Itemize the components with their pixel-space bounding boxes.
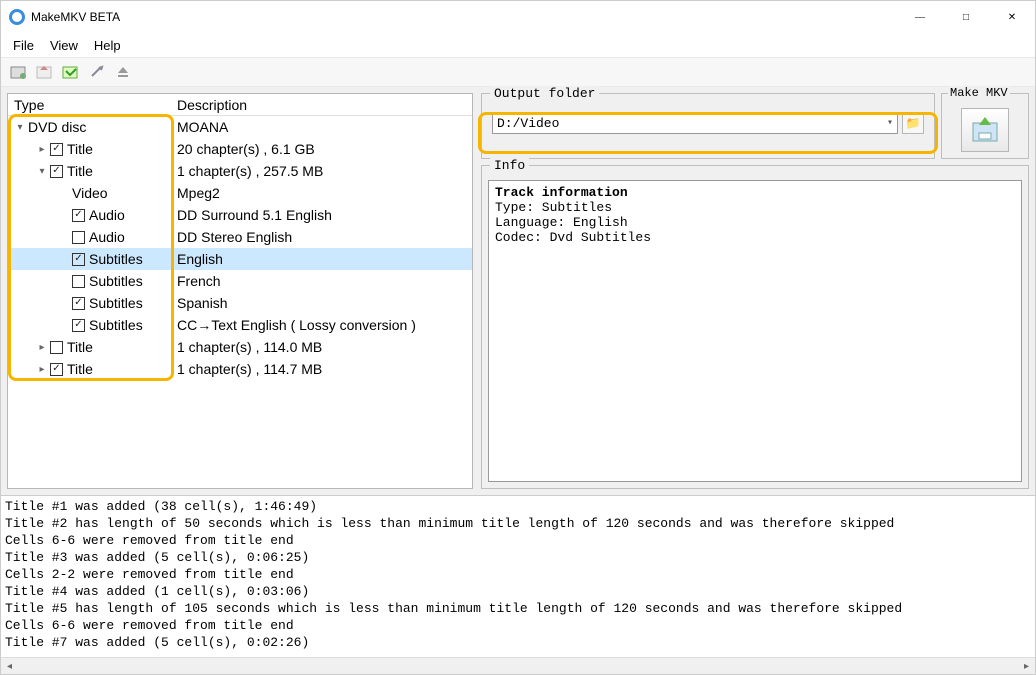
tree-item-label: Audio bbox=[89, 229, 125, 245]
titlebar: MakeMKV BETA — □ ✕ bbox=[1, 1, 1035, 33]
checkbox[interactable] bbox=[50, 341, 63, 354]
checkbox[interactable] bbox=[72, 209, 85, 222]
info-legend: Info bbox=[490, 158, 529, 173]
tree-row[interactable]: Subtitles English bbox=[8, 248, 472, 270]
tree-row[interactable]: Video Mpeg2 bbox=[8, 182, 472, 204]
tree-row[interactable]: ▸ Title 1 chapter(s) , 114.0 MB bbox=[8, 336, 472, 358]
tree-row[interactable]: ▸ Title 1 chapter(s) , 114.7 MB bbox=[8, 358, 472, 380]
tree-item-description: Mpeg2 bbox=[171, 185, 472, 201]
tree-item-label: Subtitles bbox=[89, 317, 143, 333]
open-file-icon[interactable] bbox=[7, 60, 31, 84]
output-folder-legend: Output folder bbox=[490, 86, 599, 101]
maximize-button[interactable]: □ bbox=[943, 1, 989, 33]
checkbox[interactable] bbox=[72, 231, 85, 244]
checkbox[interactable] bbox=[50, 165, 63, 178]
menu-view[interactable]: View bbox=[42, 36, 86, 55]
column-header-description[interactable]: Description bbox=[171, 97, 472, 113]
checkbox[interactable] bbox=[72, 297, 85, 310]
tree-item-description: 1 chapter(s) , 114.0 MB bbox=[171, 339, 472, 355]
menu-help[interactable]: Help bbox=[86, 36, 129, 55]
tree-item-label: Video bbox=[72, 185, 108, 201]
tree-item-description: French bbox=[171, 273, 472, 289]
tree-item-label: Audio bbox=[89, 207, 125, 223]
tree-item-label: Title bbox=[67, 339, 93, 355]
main-area: Type Description ▾DVD discMOANA▸Title20 … bbox=[1, 87, 1035, 495]
checkbox[interactable] bbox=[50, 363, 63, 376]
tree-item-description: 20 chapter(s) , 6.1 GB bbox=[171, 141, 472, 157]
tree-item-label: Title bbox=[67, 141, 93, 157]
tree-panel: Type Description ▾DVD discMOANA▸Title20 … bbox=[7, 93, 473, 489]
minimize-button[interactable]: — bbox=[897, 1, 943, 33]
checkbox[interactable] bbox=[50, 143, 63, 156]
make-mkv-legend: Make MKV bbox=[948, 86, 1010, 100]
chevron-down-icon: ▾ bbox=[887, 117, 893, 129]
tree-item-label: Subtitles bbox=[89, 295, 143, 311]
tree-row[interactable]: Audio DD Surround 5.1 English bbox=[8, 204, 472, 226]
scroll-left-icon[interactable]: ◂ bbox=[1, 658, 18, 675]
scroll-track[interactable] bbox=[18, 658, 1018, 674]
menubar: File View Help bbox=[1, 33, 1035, 57]
window-title: MakeMKV BETA bbox=[31, 10, 897, 24]
expander-icon[interactable]: ▸ bbox=[36, 342, 48, 353]
tree-item-label: Title bbox=[67, 361, 93, 377]
app-icon bbox=[9, 9, 25, 25]
tree-row[interactable]: Subtitles CC→Text English ( Lossy convers… bbox=[8, 314, 472, 336]
right-panel: Output folder D:/Video ▾ 📁 Make MKV bbox=[481, 93, 1029, 489]
expander-icon[interactable]: ▸ bbox=[36, 364, 48, 375]
tree-item-label: Subtitles bbox=[89, 251, 143, 267]
tree-item-description: 1 chapter(s) , 257.5 MB bbox=[171, 163, 472, 179]
tree-item-description: MOANA bbox=[171, 119, 472, 135]
tree-item-label: Subtitles bbox=[89, 273, 143, 289]
tree-row[interactable]: ▾ Title 1 chapter(s) , 257.5 MB bbox=[8, 160, 472, 182]
log-area: Title #1 was added (38 cell(s), 1:46:49)… bbox=[1, 495, 1035, 657]
eject-icon[interactable] bbox=[111, 60, 135, 84]
info-group: Info Track information Type: Subtitles L… bbox=[481, 165, 1029, 489]
browse-folder-button[interactable]: 📁 bbox=[902, 112, 924, 134]
tree-item-label: DVD disc bbox=[28, 119, 86, 135]
horizontal-scrollbar[interactable]: ◂ ▸ bbox=[1, 657, 1035, 674]
open-disc-icon[interactable] bbox=[33, 60, 57, 84]
output-folder-group: Output folder D:/Video ▾ 📁 bbox=[481, 93, 935, 159]
checkbox[interactable] bbox=[72, 253, 85, 266]
tree-item-description: DD Stereo English bbox=[171, 229, 472, 245]
tree-item-label: Title bbox=[67, 163, 93, 179]
make-mkv-group: Make MKV bbox=[941, 93, 1029, 159]
toolbar bbox=[1, 57, 1035, 87]
settings-icon[interactable] bbox=[85, 60, 109, 84]
tree-item-description: CC→Text English ( Lossy conversion ) bbox=[171, 317, 472, 333]
folder-icon: 📁 bbox=[906, 116, 921, 130]
checkbox[interactable] bbox=[72, 319, 85, 332]
expander-icon[interactable]: ▸ bbox=[36, 144, 48, 155]
make-mkv-button[interactable] bbox=[961, 108, 1009, 152]
top-row: Output folder D:/Video ▾ 📁 Make MKV bbox=[481, 93, 1029, 159]
column-header-type[interactable]: Type bbox=[8, 97, 171, 113]
tree-item-description: English bbox=[171, 251, 472, 267]
save-mkv-icon bbox=[969, 115, 1001, 145]
tree-row[interactable]: ▾DVD disc MOANA bbox=[8, 116, 472, 138]
tree-item-description: DD Surround 5.1 English bbox=[171, 207, 472, 223]
output-folder-value: D:/Video bbox=[497, 116, 559, 131]
tree-item-description: Spanish bbox=[171, 295, 472, 311]
tree-header: Type Description bbox=[8, 94, 472, 116]
output-folder-combo[interactable]: D:/Video ▾ bbox=[492, 112, 898, 134]
tree-row[interactable]: Subtitles French bbox=[8, 270, 472, 292]
tree-item-description: 1 chapter(s) , 114.7 MB bbox=[171, 361, 472, 377]
tree-body[interactable]: ▾DVD discMOANA▸Title20 chapter(s) , 6.1 … bbox=[8, 116, 472, 488]
tree-row[interactable]: Audio DD Stereo English bbox=[8, 226, 472, 248]
scroll-right-icon[interactable]: ▸ bbox=[1018, 658, 1035, 675]
close-button[interactable]: ✕ bbox=[989, 1, 1035, 33]
save-icon[interactable] bbox=[59, 60, 83, 84]
expander-icon[interactable]: ▾ bbox=[14, 122, 26, 133]
tree-row[interactable]: ▸ Title 20 chapter(s) , 6.1 GB bbox=[8, 138, 472, 160]
expander-icon[interactable]: ▾ bbox=[36, 166, 48, 177]
tree-row[interactable]: Subtitles Spanish bbox=[8, 292, 472, 314]
info-text: Track information Type: Subtitles Langua… bbox=[488, 180, 1022, 482]
menu-file[interactable]: File bbox=[5, 36, 42, 55]
checkbox[interactable] bbox=[72, 275, 85, 288]
